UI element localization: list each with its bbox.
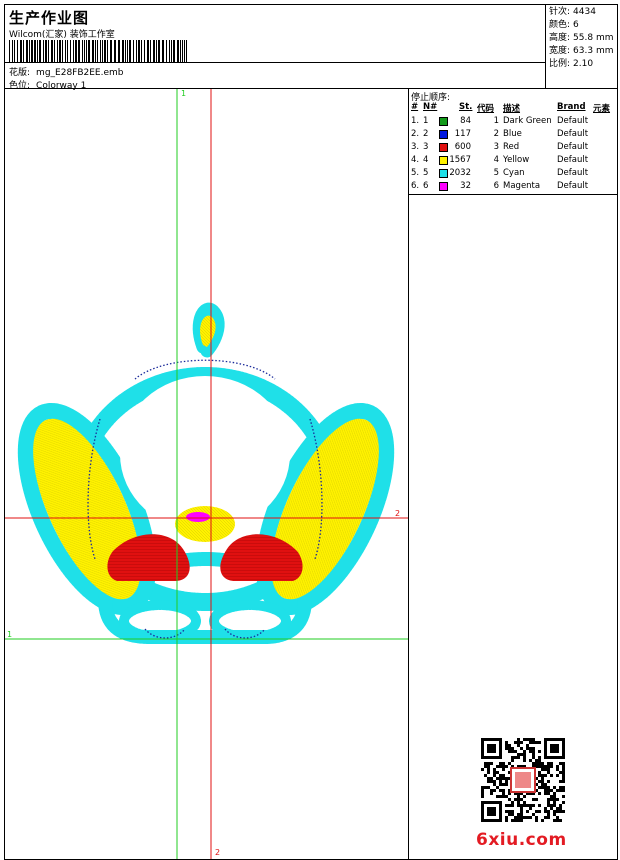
stop-row-num: 6. [411, 181, 420, 191]
left-paw-outline [119, 600, 201, 642]
stop-row-needle: 4 [423, 155, 429, 165]
magenta-tongue [186, 512, 210, 522]
red-guide-label-bottom: 2 [215, 848, 220, 857]
header: 生产作业图 Wilcom(汇家) 装饰工作室 花版: mg_E28FB2EE.em… [4, 4, 545, 91]
design-file-label: 花版: [9, 68, 31, 78]
watermark-text: 6xiu.com [476, 830, 567, 850]
stop-row-num: 3. [411, 142, 420, 152]
stop-row-desc: Blue [503, 129, 522, 139]
stop-row-code: 2 [493, 129, 499, 139]
canvas-divider [408, 89, 409, 860]
stat-scale: 比例: 2.10 [549, 59, 594, 69]
col-brand: Brand [557, 102, 586, 112]
stop-row-needle: 6 [423, 181, 429, 191]
stop-row-desc: Red [503, 142, 520, 152]
stop-row-brand: Default [557, 181, 589, 191]
stat-height: 高度: 55.8 mm [549, 33, 614, 43]
design-file-line: 花版: mg_E28FB2EE.emb [9, 65, 124, 78]
col-num: # [411, 102, 419, 112]
stop-row-needle: 2 [423, 129, 429, 139]
stop-row-code: 3 [493, 142, 499, 152]
stop-row: 5. 5 2032 5 Cyan Default [409, 168, 618, 181]
stop-row-stitches: 600 [454, 142, 471, 152]
col-stitches: St. [459, 102, 473, 112]
stop-row-num: 5. [411, 168, 420, 178]
barcode-image [9, 40, 187, 62]
color-swatch [439, 117, 448, 126]
stop-row-stitches: 84 [460, 116, 471, 126]
stop-row-stitches: 1567 [449, 155, 471, 165]
sheet-title: 生产作业图 [9, 9, 90, 27]
stop-row-num: 4. [411, 155, 420, 165]
header-divider [4, 62, 545, 63]
red-guide-label-right: 2 [395, 509, 400, 518]
qr-code-image [481, 738, 565, 822]
stop-row: 6. 6 32 6 Magenta Default [409, 181, 618, 194]
stop-row-stitches: 32 [460, 181, 471, 191]
right-paw-outline [209, 600, 291, 642]
stop-row-desc: Yellow [503, 155, 530, 165]
stats-panel: 针次: 4434 颜色: 6 高度: 55.8 mm 宽度: 63.3 mm 比例: 2.… [545, 4, 618, 89]
stop-row: 4. 4 1567 4 Yellow Default [409, 155, 618, 168]
embroidery-canvas: 1 1 2 2 [5, 89, 408, 859]
stop-row-code: 4 [493, 155, 499, 165]
stat-colors: 颜色: 6 [549, 20, 579, 30]
stop-row-brand: Default [557, 116, 589, 126]
stop-sequence-panel: 停止顺序: # N# St. 代码 描述 Brand 元素 1. 1 84 1 Dark… [409, 89, 618, 195]
stop-row-stitches: 117 [454, 129, 471, 139]
green-guide-label-left: 1 [7, 630, 12, 639]
stop-row-num: 1. [411, 116, 420, 126]
stop-row-brand: Default [557, 168, 589, 178]
stop-row-brand: Default [557, 155, 589, 165]
stop-row-code: 1 [493, 116, 499, 126]
nose-fill [175, 506, 235, 542]
stop-row-desc: Magenta [503, 181, 541, 191]
col-element: 元素 [593, 104, 611, 114]
stop-row-desc: Cyan [503, 168, 525, 178]
col-desc: 描述 [503, 104, 521, 114]
stop-row: 1. 1 84 1 Dark Green Default [409, 116, 618, 129]
stop-row-needle: 1 [423, 116, 429, 126]
col-needle: N# [423, 102, 438, 112]
color-swatch [439, 169, 448, 178]
stop-row-needle: 3 [423, 142, 429, 152]
color-swatch [439, 143, 448, 152]
green-guide-label-top: 1 [181, 89, 186, 98]
stop-row-brand: Default [557, 129, 589, 139]
stop-row-brand: Default [557, 142, 589, 152]
color-swatch [439, 182, 448, 191]
stop-row-code: 5 [493, 168, 499, 178]
stop-row-stitches: 2032 [449, 168, 471, 178]
stop-row-num: 2. [411, 129, 420, 139]
sheet-subtitle: Wilcom(汇家) 装饰工作室 [9, 30, 115, 40]
color-swatch [439, 130, 448, 139]
stop-row-code: 6 [493, 181, 499, 191]
col-code: 代码 [477, 104, 495, 114]
stop-row-needle: 5 [423, 168, 429, 178]
stop-row: 2. 2 117 2 Blue Default [409, 129, 618, 142]
stat-width: 宽度: 63.3 mm [549, 46, 614, 56]
stop-row-desc: Dark Green [503, 116, 552, 126]
design-file-value: mg_E28FB2EE.emb [36, 68, 124, 78]
stat-stitches: 针次: 4434 [549, 7, 596, 17]
stop-row: 3. 3 600 3 Red Default [409, 142, 618, 155]
color-swatch [439, 156, 448, 165]
